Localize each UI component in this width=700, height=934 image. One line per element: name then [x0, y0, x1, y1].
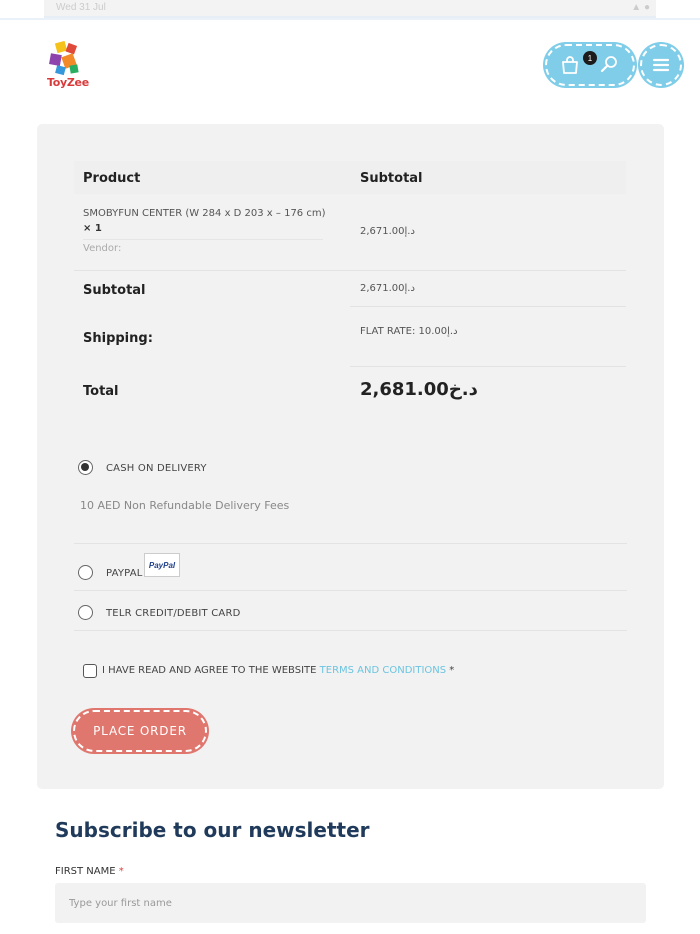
subtotal-column-header: Subtotal [360, 171, 423, 186]
payment-divider [74, 590, 627, 591]
shipping-value: FLAT RATE: د.إ10.00 [360, 326, 458, 337]
cart-count-badge: 1 [583, 51, 597, 65]
item-price: د.إ2,671.00 [360, 226, 415, 237]
first-name-input[interactable] [55, 883, 646, 923]
subtotal-value: د.إ2,671.00 [360, 283, 415, 294]
hamburger-wrap [648, 52, 674, 78]
cod-label[interactable]: CASH ON DELIVERY [106, 463, 207, 474]
page-top-divider [0, 18, 700, 20]
search-icon [600, 56, 617, 73]
row-divider [74, 270, 626, 271]
status-bar: Wed 31 Jul ▲ ● [44, 0, 656, 18]
first-name-label-text: FIRST NAME [55, 866, 116, 877]
terms-link[interactable]: TERMS AND CONDITIONS [320, 665, 446, 676]
product-title: SMOBYFUN CENTER (W 284 x D 203 x – 176 c… [83, 208, 326, 219]
logo-text: ToyZee [47, 76, 89, 89]
shipping-label: Shipping: [83, 331, 153, 346]
payment-divider [74, 630, 627, 631]
terms-statement: I HAVE READ AND AGREE TO THE WEBSITE [102, 665, 320, 676]
status-time: Wed 31 Jul [56, 2, 106, 13]
order-table-header: Product Subtotal [74, 161, 626, 194]
row-divider [350, 306, 626, 307]
total-value: د.خ2,681.00 [360, 379, 478, 400]
paypal-logo: PayPal [144, 553, 180, 577]
paypal-radio[interactable] [78, 565, 93, 580]
cart-button[interactable]: 1 [557, 51, 597, 78]
product-name: SMOBYFUN CENTER (W 284 x D 203 x – 176 c… [83, 206, 333, 236]
header-actions: 1 [545, 44, 635, 86]
product-quantity: × 1 [83, 223, 102, 234]
cod-radio[interactable] [78, 460, 93, 475]
hamburger-menu-icon [652, 58, 670, 72]
menu-button[interactable] [640, 44, 682, 86]
cod-description: 10 AED Non Refundable Delivery Fees [80, 499, 290, 512]
required-mark: * [118, 866, 124, 877]
terms-required-mark: * [446, 665, 455, 676]
status-indicators: ▲ ● [631, 2, 650, 13]
order-review-card: Product Subtotal SMOBYFUN CENTER (W 284 … [37, 124, 664, 789]
vendor-divider [83, 239, 323, 240]
vendor-label: Vendor: [83, 243, 122, 254]
place-order-button[interactable]: PLACE ORDER [73, 710, 207, 752]
telr-label[interactable]: TELR CREDIT/DEBIT CARD [106, 608, 241, 619]
payment-divider [74, 543, 627, 544]
product-column-header: Product [83, 171, 141, 186]
toy-blocks-icon [49, 40, 79, 76]
shopping-bag-icon [562, 56, 578, 74]
row-divider [350, 366, 626, 367]
terms-checkbox[interactable] [83, 664, 97, 678]
telr-radio[interactable] [78, 605, 93, 620]
search-button[interactable] [596, 52, 622, 78]
terms-text: I HAVE READ AND AGREE TO THE WEBSITE TER… [102, 665, 454, 676]
newsletter-title: Subscribe to our newsletter [55, 818, 370, 842]
first-name-label: FIRST NAME * [55, 866, 124, 877]
total-label: Total [83, 384, 119, 399]
subtotal-label: Subtotal [83, 283, 146, 298]
paypal-logo-text: PayPal [148, 560, 176, 570]
paypal-label[interactable]: PAYPAL [106, 568, 143, 579]
